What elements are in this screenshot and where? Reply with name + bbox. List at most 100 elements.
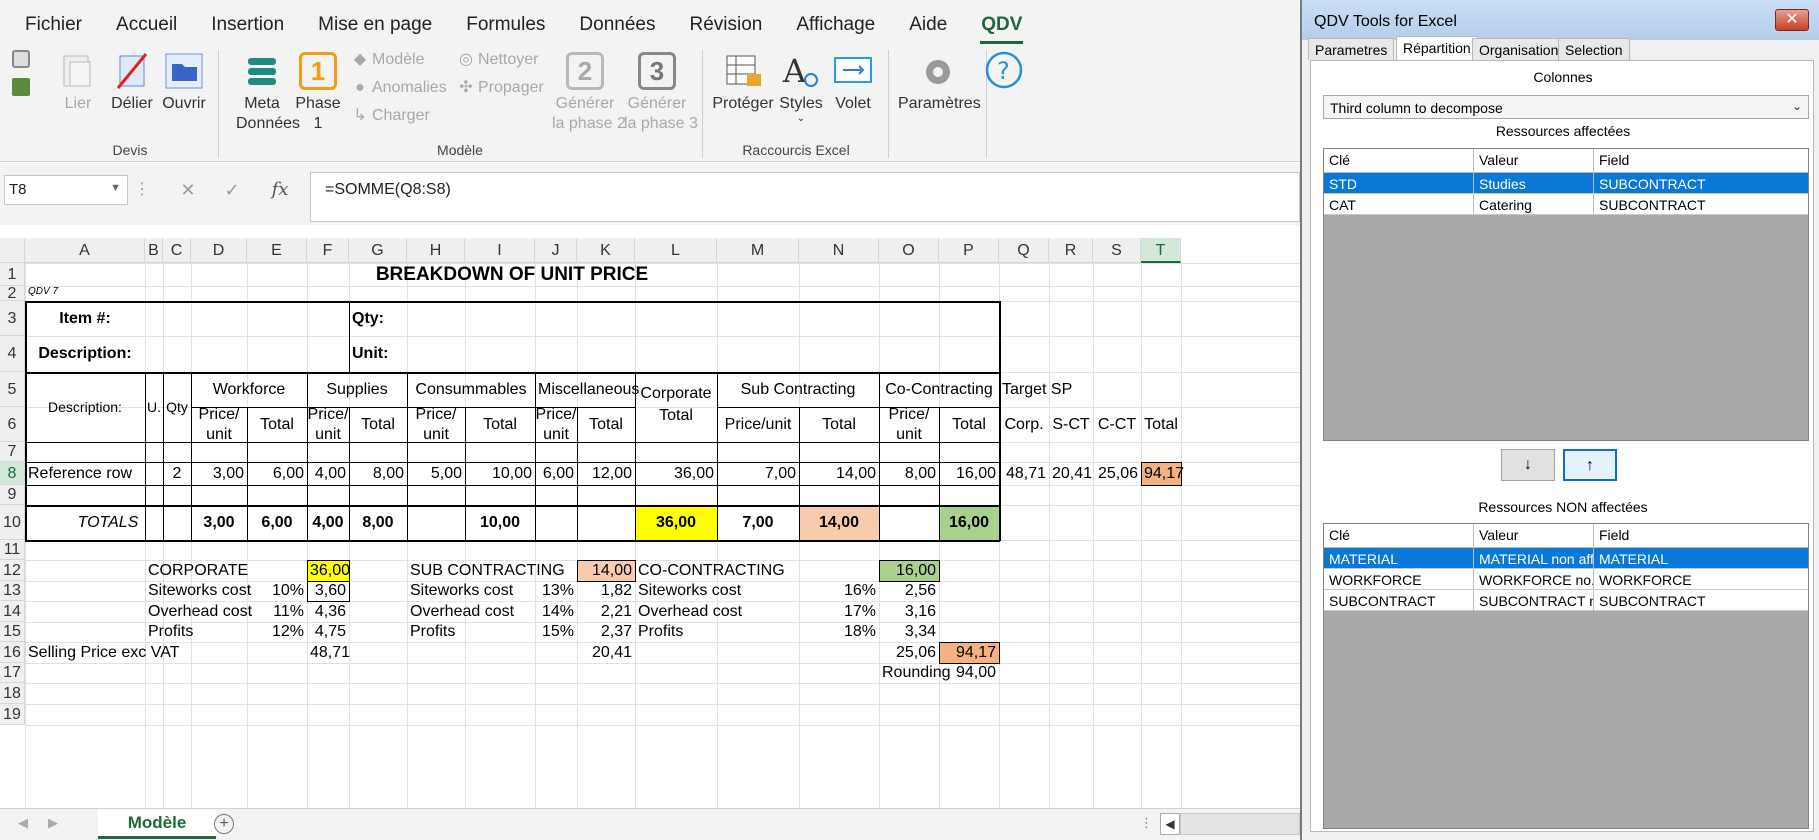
list-header-0[interactable]: Clé (1324, 524, 1474, 547)
row-header[interactable]: 11 (0, 540, 25, 560)
charger-button[interactable]: ↳ Charger (352, 106, 430, 126)
menu-item-7[interactable]: Affichage (779, 12, 892, 44)
column-header[interactable]: A (25, 238, 145, 263)
lier-button[interactable]: Lier (58, 52, 98, 114)
column-header[interactable]: I (465, 238, 535, 263)
menu-item-9[interactable]: QDV (964, 12, 1039, 44)
row-header[interactable]: 14 (0, 601, 25, 622)
check-icon[interactable]: ✓ (214, 175, 250, 205)
row-header[interactable]: 16 (0, 642, 25, 663)
sheet-tab-modele[interactable]: Modèle (98, 809, 216, 839)
row-header[interactable]: 15 (0, 622, 25, 642)
column-header[interactable]: T (1141, 238, 1181, 263)
row-header[interactable]: 7 (0, 442, 25, 462)
list-item[interactable]: STD Studies SUBCONTRACT (1324, 173, 1808, 194)
tab-selection[interactable]: Selection (1558, 38, 1630, 60)
column-header[interactable]: G (349, 238, 407, 263)
row-header[interactable]: 2 (0, 286, 25, 302)
horizontal-scrollbar[interactable] (1180, 813, 1300, 835)
unassigned-resources-list[interactable]: Clé Valeur Field MATERIAL MATERIAL non aff..… (1323, 523, 1809, 829)
row-header[interactable]: 8 (0, 462, 25, 485)
volet-button[interactable]: Volet (830, 52, 876, 114)
help-button[interactable]: ? (984, 50, 1024, 94)
column-header[interactable]: Q (999, 238, 1049, 263)
select-all-corner[interactable] (0, 238, 25, 263)
list-header-1[interactable]: Valeur (1474, 524, 1594, 547)
column-header[interactable]: R (1049, 238, 1093, 263)
menu-item-0[interactable]: Fichier (8, 12, 99, 44)
row-header[interactable]: 4 (0, 336, 25, 372)
robot-icon[interactable] (12, 78, 30, 96)
list-item[interactable]: MATERIAL MATERIAL non aff... MATERIAL (1324, 548, 1808, 569)
list-header-0[interactable]: Clé (1324, 149, 1474, 172)
menu-item-3[interactable]: Mise en page (301, 12, 449, 44)
row-header[interactable]: 5 (0, 372, 25, 407)
modele-button[interactable]: ◆ Modèle (352, 50, 425, 70)
column-header[interactable]: O (879, 238, 939, 263)
column-header[interactable]: S (1093, 238, 1141, 263)
column-header[interactable]: P (939, 238, 999, 263)
column-header[interactable]: L (635, 238, 717, 263)
spreadsheet-grid[interactable]: A B C D E F G H I J K L M N O P Q R S T 1 2 3 4 5 6 7 8 9 10 11 12 13 14 1… (0, 238, 1300, 808)
column-header[interactable]: K (577, 238, 635, 263)
insert-function-button[interactable]: fx (262, 175, 298, 205)
delier-button[interactable]: Délier (108, 52, 156, 114)
meta-donnees-button[interactable]: Meta Données (236, 52, 300, 134)
column-header[interactable]: N (799, 238, 879, 263)
column-header[interactable]: H (407, 238, 465, 263)
column-header[interactable]: E (247, 238, 307, 263)
column-header[interactable]: J (535, 238, 577, 263)
menu-item-8[interactable]: Aide (892, 12, 964, 44)
column-header[interactable]: D (191, 238, 247, 263)
assigned-resources-list[interactable]: Clé Valeur Field STD Studies SUBCONTRACT CAT Ca… (1323, 148, 1809, 441)
scroll-right-icon[interactable]: ▶ (48, 815, 58, 831)
add-sheet-button[interactable]: + (214, 814, 234, 834)
proteger-button[interactable]: Protéger (712, 52, 774, 114)
menu-item-5[interactable]: Données (562, 12, 672, 44)
row-header[interactable]: 19 (0, 704, 25, 725)
row-header[interactable]: 18 (0, 683, 25, 704)
parametres-button[interactable]: Paramètres (898, 52, 981, 114)
list-item[interactable]: CAT Catering SUBCONTRACT (1324, 194, 1808, 215)
row-header[interactable]: 6 (0, 407, 25, 442)
hscroll-left-button[interactable]: ◀ (1160, 813, 1180, 835)
menu-item-1[interactable]: Accueil (99, 12, 194, 44)
chevron-down-icon[interactable]: ⌄ (1792, 99, 1802, 113)
styles-button[interactable]: A Styles ⌄ (778, 52, 824, 124)
move-down-button[interactable]: ↓ (1501, 449, 1555, 481)
list-header-1[interactable]: Valeur (1474, 149, 1594, 172)
formula-input[interactable]: =SOMME(Q8:S8) (310, 172, 1300, 222)
nettoyer-button[interactable]: ◎ Nettoyer (458, 50, 538, 70)
scroll-left-icon[interactable]: ◀ (18, 815, 28, 831)
row-header[interactable]: 13 (0, 581, 25, 601)
column-header[interactable]: C (163, 238, 191, 263)
tab-organisation[interactable]: Organisation (1472, 38, 1566, 60)
row-header[interactable]: 17 (0, 663, 25, 683)
tab-repartition[interactable]: Répartition (1396, 36, 1478, 60)
column-header[interactable]: F (307, 238, 349, 263)
close-button[interactable]: ✕ (1775, 9, 1809, 31)
row-header[interactable]: 9 (0, 485, 25, 505)
list-header-2[interactable]: Field (1594, 524, 1808, 547)
phase1-button[interactable]: 1 Phase 1 (294, 52, 342, 134)
name-box[interactable]: T8 ▼ (4, 175, 128, 205)
list-item[interactable]: WORKFORCE WORKFORCE no... WORKFORCE (1324, 569, 1808, 590)
column-header[interactable]: M (717, 238, 799, 263)
row-header[interactable]: 3 (0, 301, 25, 336)
menu-item-2[interactable]: Insertion (194, 12, 301, 44)
generer-phase3-button[interactable]: 3 Générer la phase 3 (624, 52, 698, 134)
list-item[interactable]: SUBCONTRACTSUBCONTRACT n...SUBCONTRACT (1324, 590, 1808, 611)
move-up-button[interactable]: ↑ (1563, 449, 1617, 481)
menu-item-4[interactable]: Formules (449, 12, 562, 44)
column-header[interactable]: B (145, 238, 163, 263)
cube-icon[interactable] (12, 50, 30, 68)
column-select[interactable]: Third column to decompose ⌄ (1323, 95, 1809, 119)
row-header[interactable]: 10 (0, 505, 25, 540)
ouvrir-button[interactable]: Ouvrir (160, 52, 208, 114)
anomalies-button[interactable]: ● Anomalies (352, 78, 447, 98)
tab-parametres[interactable]: Parametres (1308, 38, 1395, 60)
propager-button[interactable]: ✣ Propager (458, 78, 544, 98)
row-header[interactable]: 12 (0, 560, 25, 581)
menu-item-6[interactable]: Révision (672, 12, 779, 44)
row-header[interactable]: 1 (0, 263, 25, 286)
